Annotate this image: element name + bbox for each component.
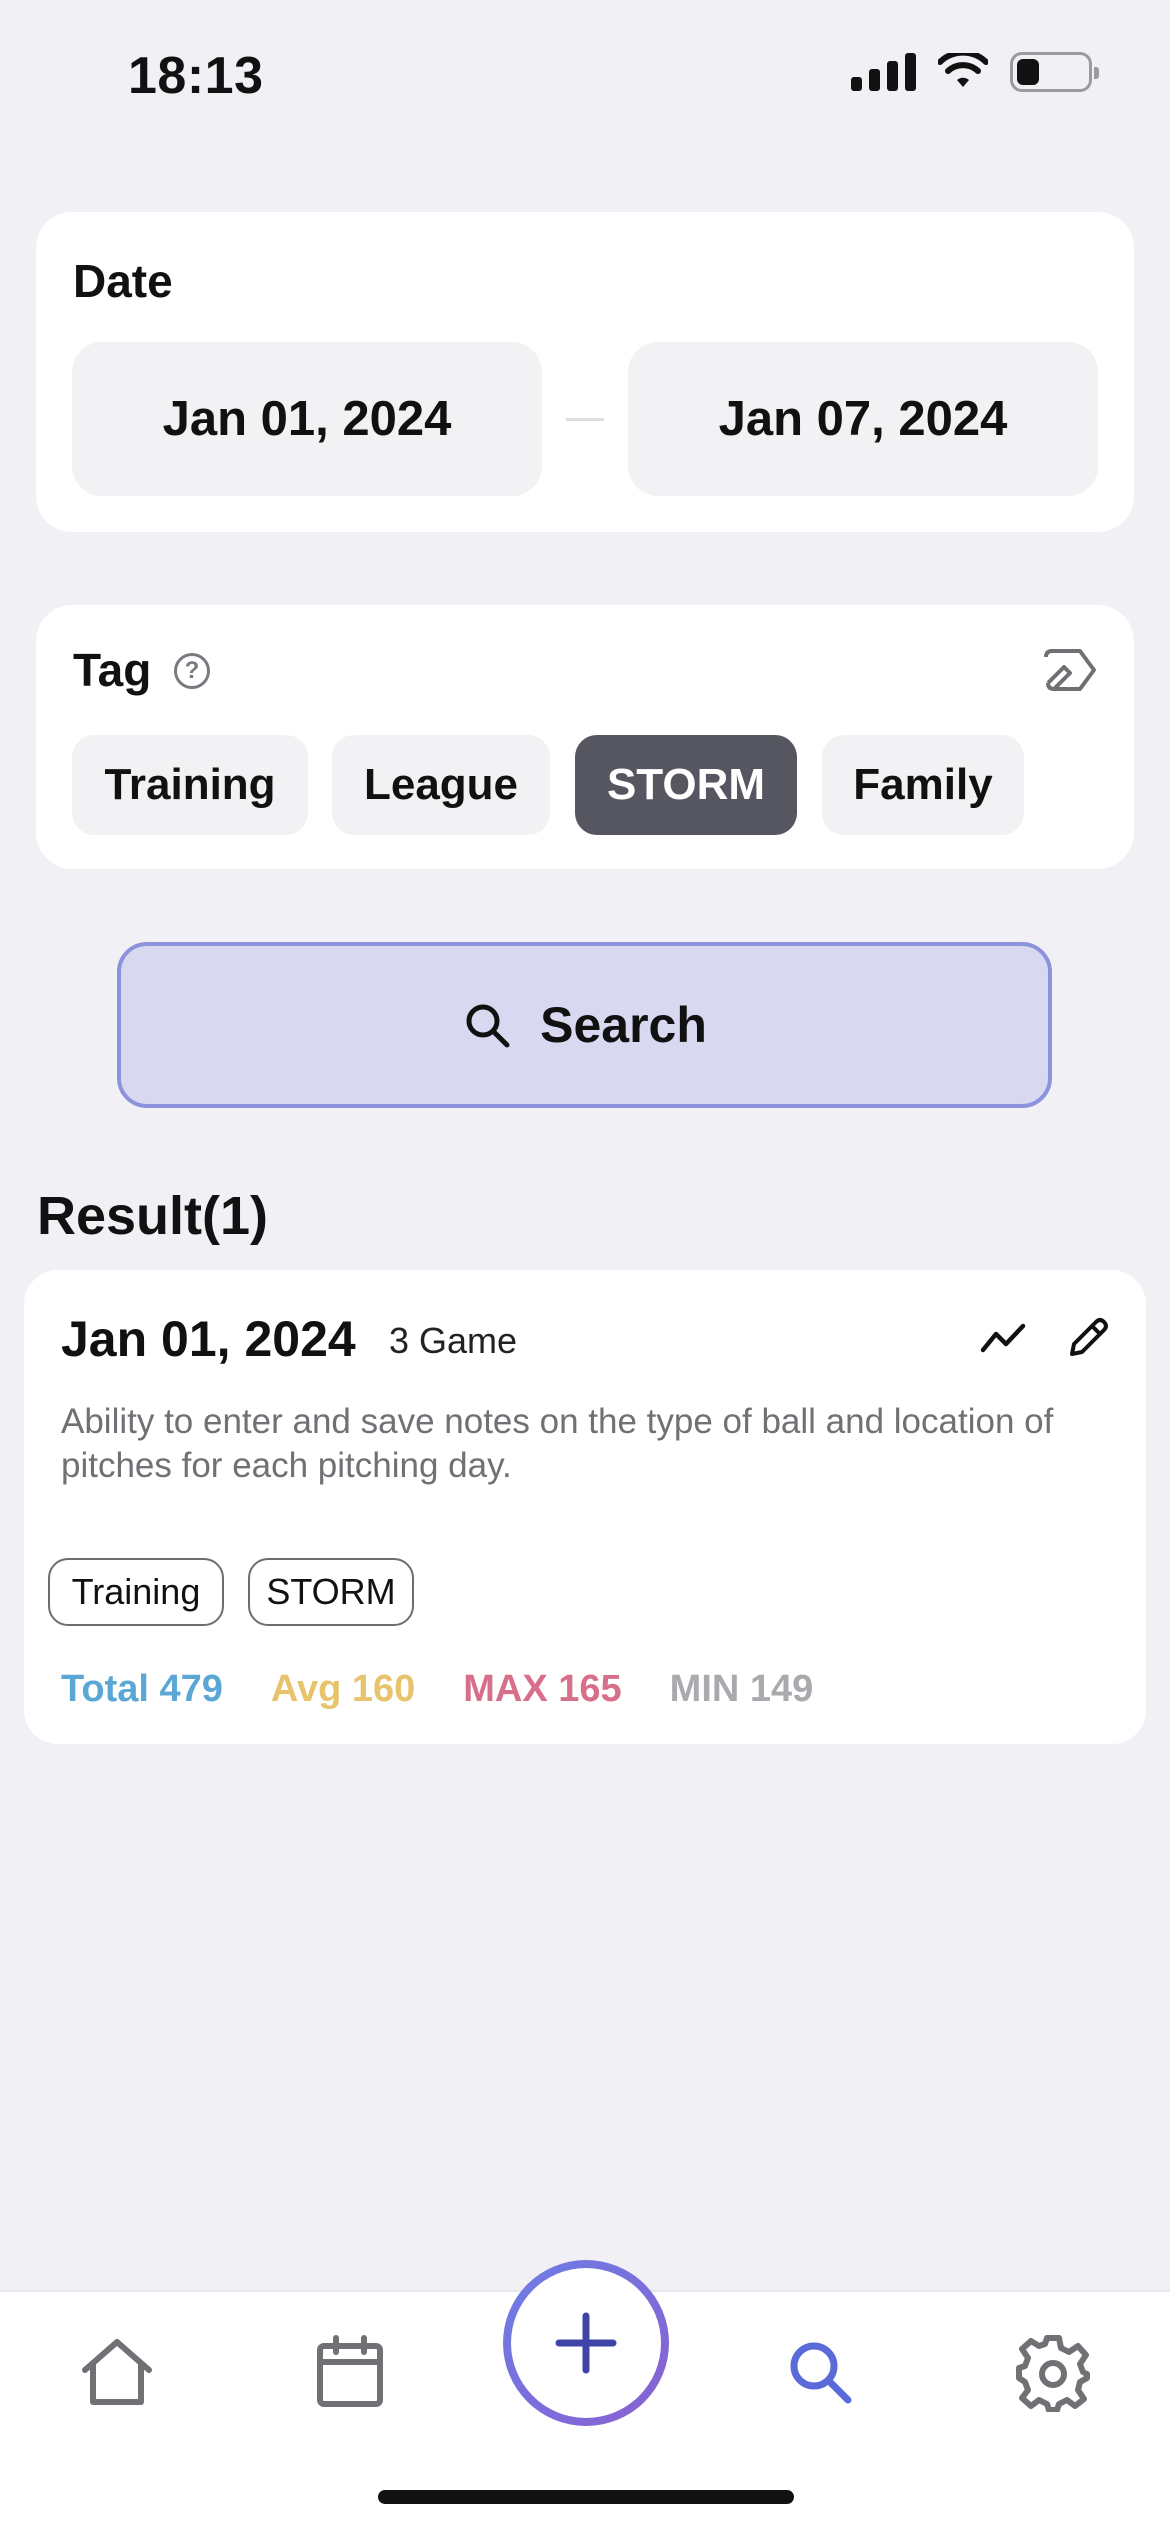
tag-title: Tag [73,644,152,696]
result-game-count: 3 Game [389,1320,518,1361]
plus-icon [555,2312,617,2374]
wifi-icon [938,53,988,87]
gear-icon[interactable] [1013,2332,1093,2412]
date-card: Date Jan 01, 2024 Jan 07, 2024 [36,212,1134,532]
home-indicator [378,2490,794,2504]
home-icon[interactable] [77,2332,157,2412]
stat-max: MAX 165 [463,1668,622,1710]
pencil-edit-icon[interactable] [1062,1312,1114,1364]
result-tag-training: Training [48,1558,224,1626]
result-date: Jan 01, 2024 [61,1311,356,1367]
stat-avg: Avg 160 [270,1668,416,1710]
tag-card: Tag ? Training League STORM Family [36,605,1134,869]
status-icons [851,52,1099,92]
start-date-picker[interactable]: Jan 01, 2024 [72,342,542,496]
search-tab-icon[interactable] [780,2332,860,2412]
result-title: Result(1) [37,1186,269,1246]
search-button-label: Search [540,997,707,1053]
screen: 18:13 Date Jan 01, 2024 Jan 07, 2024 Tag… [0,0,1170,2532]
tag-edit-icon[interactable] [1040,643,1100,697]
date-range-separator [566,418,604,421]
calendar-icon[interactable] [310,2332,390,2412]
tag-chip-training[interactable]: Training [72,735,308,835]
status-time: 18:13 [128,47,264,105]
tag-chip-family[interactable]: Family [822,735,1024,835]
tag-chip-league[interactable]: League [332,735,550,835]
help-icon[interactable]: ? [174,653,210,689]
search-icon [466,1004,510,1048]
battery-icon [1010,52,1099,92]
result-stats: Total 479 Avg 160 MAX 165 MIN 149 [61,1668,813,1711]
tag-chip-storm[interactable]: STORM [575,735,797,835]
result-tag-storm: STORM [248,1558,414,1626]
date-title: Date [73,255,173,307]
end-date-picker[interactable]: Jan 07, 2024 [628,342,1098,496]
stat-total: Total 479 [61,1668,223,1710]
stat-min: MIN 149 [669,1668,814,1710]
add-button[interactable] [503,2260,669,2426]
cellular-signal-icon [851,53,916,91]
result-card[interactable]: Jan 01, 2024 3 Game Ability to enter and… [24,1270,1146,1744]
trend-chart-icon[interactable] [978,1314,1028,1364]
result-note: Ability to enter and save notes on the t… [61,1402,1054,1485]
search-button[interactable]: Search [117,942,1052,1108]
